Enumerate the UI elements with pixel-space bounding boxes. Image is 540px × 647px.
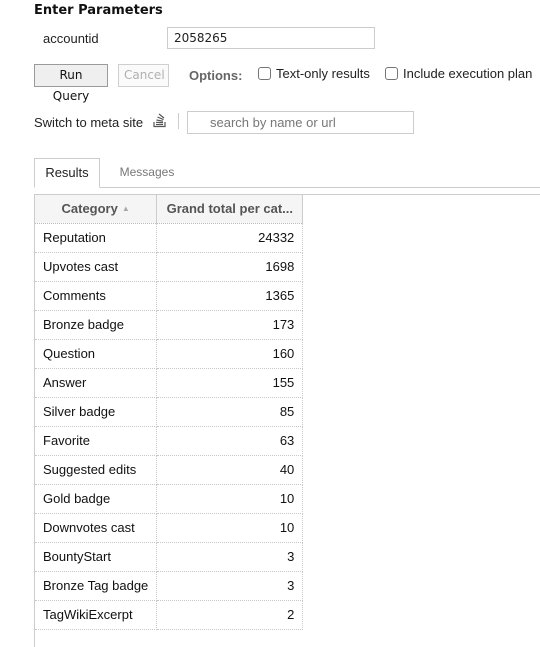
category-cell: Suggested edits [35,455,158,485]
params-title: Enter Parameters [34,3,163,18]
table-row: Question 160 [35,339,304,369]
text-only-label: Text-only results [276,66,370,81]
options-label: Options: [189,68,243,83]
text-only-option[interactable]: Text-only results [258,66,370,81]
table-row: Answer 155 [35,368,304,398]
total-cell: 1365 [156,281,304,311]
stack-exchange-icon[interactable] [153,112,167,128]
total-cell: 160 [156,339,304,369]
switch-meta-link[interactable]: Switch to meta site [34,115,143,130]
table-row: Silver badge 85 [35,397,304,427]
cancel-button[interactable]: Cancel [118,64,169,87]
tab-messages[interactable]: Messages [108,158,186,188]
accountid-input[interactable] [167,27,375,49]
category-cell: Upvotes cast [35,252,158,282]
table-row: Downvotes cast 10 [35,513,304,543]
table-row: Suggested edits 40 [35,455,304,485]
accountid-label: accountid [43,31,99,46]
execution-plan-label: Include execution plan [403,66,533,81]
category-cell: Favorite [35,426,158,456]
results-table: Category ▲ Grand total per cat... Reputat… [35,195,304,630]
total-cell: 1698 [156,252,304,282]
table-row: BountyStart 3 [35,542,304,572]
category-cell: TagWikiExcerpt [35,600,158,630]
total-cell: 63 [156,426,304,456]
total-cell: 85 [156,397,304,427]
table-row: Upvotes cast 1698 [35,252,304,282]
column-header-grand-total[interactable]: Grand total per cat... [156,195,304,224]
separator [178,113,179,129]
category-cell: Question [35,339,158,369]
table-row: Bronze badge 173 [35,310,304,340]
total-cell: 2 [156,600,304,630]
category-cell: Silver badge [35,397,158,427]
table-row: Gold badge 10 [35,484,304,514]
table-row: Favorite 63 [35,426,304,456]
category-cell: Answer [35,368,158,398]
tab-results[interactable]: Results [34,158,100,188]
site-search-input[interactable] [187,111,414,134]
total-cell: 24332 [156,223,304,253]
table-row: Comments 1365 [35,281,304,311]
sort-up-icon: ▲ [121,204,130,214]
category-cell: BountyStart [35,542,158,572]
run-query-button[interactable]: Run Query [34,64,108,103]
total-cell: 173 [156,310,304,340]
text-only-checkbox[interactable] [258,67,271,80]
category-cell: Downvotes cast [35,513,158,543]
execution-plan-option[interactable]: Include execution plan [385,66,532,81]
total-cell: 3 [156,542,304,572]
category-cell: Bronze badge [35,310,158,340]
category-cell: Bronze Tag badge [35,571,158,601]
total-cell: 3 [156,571,304,601]
table-row: TagWikiExcerpt 2 [35,600,304,630]
execution-plan-checkbox[interactable] [385,67,398,80]
header-row: Category ▲ Grand total per cat... [35,195,304,224]
total-cell: 10 [156,513,304,543]
category-cell: Gold badge [35,484,158,514]
category-cell: Comments [35,281,158,311]
results-grid: Category ▲ Grand total per cat... Reputat… [34,194,540,647]
category-cell: Reputation [35,223,158,253]
total-cell: 155 [156,368,304,398]
table-row: Bronze Tag badge 3 [35,571,304,601]
total-cell: 10 [156,484,304,514]
total-cell: 40 [156,455,304,485]
column-header-category[interactable]: Category ▲ [35,195,158,224]
table-row: Reputation 24332 [35,223,304,253]
